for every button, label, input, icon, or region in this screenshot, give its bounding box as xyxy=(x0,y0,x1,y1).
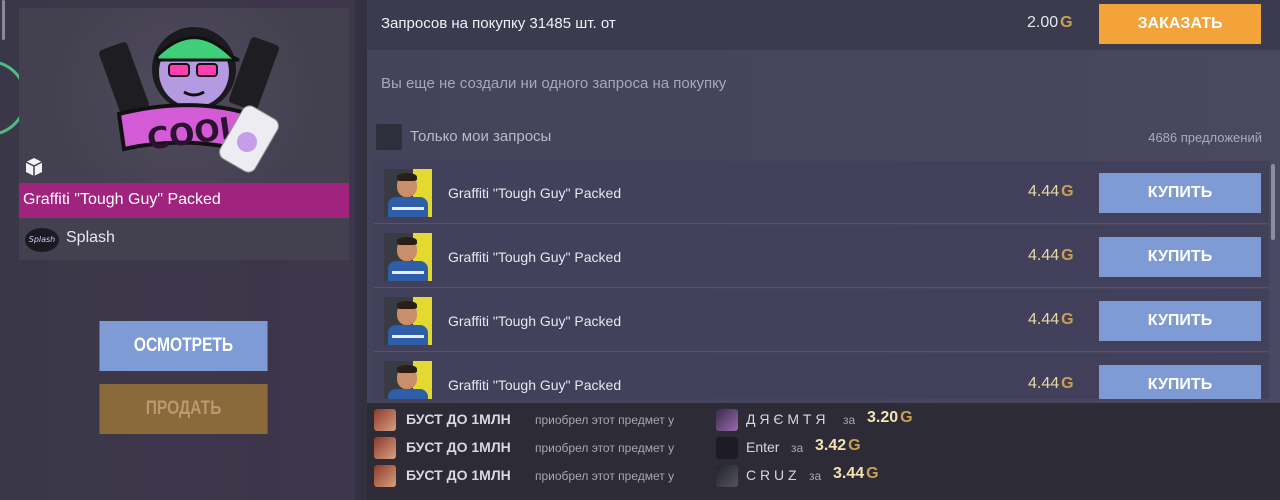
history-price: 3.42 G xyxy=(815,437,861,454)
seller-avatar xyxy=(716,409,738,431)
listing-row: Graffiti "Tough Guy" Packed 4.44 G КУПИТЬ xyxy=(374,225,1269,288)
listings-scrollbar[interactable] xyxy=(1271,164,1275,240)
buy-order-text: Запросов на покупку 31485 шт. от xyxy=(381,15,616,32)
listing-name: Graffiti "Tough Guy" Packed xyxy=(448,249,622,265)
buyer-name: БУСТ ДО 1МЛН xyxy=(406,439,511,455)
collection-logo-icon: Splash xyxy=(25,228,59,252)
panel-divider xyxy=(355,0,367,500)
inspect-button[interactable]: ОСМОТРЕТЬ xyxy=(99,321,268,371)
gold-coin-icon: G xyxy=(1061,375,1074,392)
gold-coin-icon: G xyxy=(866,465,879,482)
seller-avatar xyxy=(384,361,432,399)
graffiti-art-icon: COOL xyxy=(99,27,279,173)
left-edge-indicator xyxy=(2,0,5,40)
listing-row: Graffiti "Tough Guy" Packed 4.44 G КУПИТЬ xyxy=(374,289,1269,352)
buy-button[interactable]: КУПИТЬ xyxy=(1099,237,1261,277)
gold-coin-icon: G xyxy=(1061,311,1074,328)
market-panel: Запросов на покупку 31485 шт. от 2.00 G З… xyxy=(367,0,1280,500)
buyer-name: БУСТ ДО 1МЛН xyxy=(406,467,511,483)
seller-name: Д Я Є М Т Я xyxy=(746,411,826,427)
gold-coin-icon: G xyxy=(1061,183,1074,200)
item-name-bar: Graffiti "Tough Guy" Packed xyxy=(19,183,349,218)
buy-button[interactable]: КУПИТЬ xyxy=(1099,301,1261,341)
collection-name: Splash xyxy=(66,229,115,246)
listing-price: 4.44 G xyxy=(1028,311,1074,328)
buy-order-price: 2.00 G xyxy=(1027,14,1073,31)
buyer-name: БУСТ ДО 1МЛН xyxy=(406,411,511,427)
my-orders-label[interactable]: Только мои запросы xyxy=(410,128,551,145)
history-for: за xyxy=(809,469,822,483)
my-orders-checkbox[interactable] xyxy=(376,124,402,150)
listing-price: 4.44 G xyxy=(1028,183,1074,200)
seller-name: Enter xyxy=(746,439,780,455)
offers-count: 4686 предложений xyxy=(1148,130,1262,145)
place-order-button[interactable]: ЗАКАЗАТЬ xyxy=(1099,4,1261,44)
buyer-avatar xyxy=(374,409,396,431)
history-for: за xyxy=(791,441,804,455)
package-icon xyxy=(25,158,43,176)
buyer-avatar xyxy=(374,437,396,459)
buyer-avatar xyxy=(374,465,396,487)
history-for: за xyxy=(843,413,856,427)
history-price: 3.20 G xyxy=(867,409,913,426)
history-price: 3.44 G xyxy=(833,465,879,482)
listing-price: 4.44 G xyxy=(1028,375,1074,392)
history-action: приобрел этот предмет у xyxy=(535,413,675,427)
seller-avatar xyxy=(384,233,432,281)
seller-avatar xyxy=(384,297,432,345)
history-action: приобрел этот предмет у xyxy=(535,441,675,455)
listing-row: Graffiti "Tough Guy" Packed 4.44 G КУПИТЬ xyxy=(374,353,1269,399)
gold-coin-icon: G xyxy=(848,437,861,454)
item-card: COOL Graffiti "Tough Guy" Packed Splash … xyxy=(19,8,349,260)
listings-list: Graffiti "Tough Guy" Packed 4.44 G КУПИТЬ… xyxy=(374,161,1269,399)
listing-name: Graffiti "Tough Guy" Packed xyxy=(448,313,622,329)
purchase-history: БУСТ ДО 1МЛН приобрел этот предмет у Д Я… xyxy=(367,403,1280,500)
buy-button[interactable]: КУПИТЬ xyxy=(1099,365,1261,399)
seller-avatar xyxy=(716,437,738,459)
listing-price: 4.44 G xyxy=(1028,247,1074,264)
gold-coin-icon: G xyxy=(900,409,913,426)
buy-order-row: Запросов на покупку 31485 шт. от 2.00 G З… xyxy=(367,0,1280,50)
sell-button[interactable]: ПРОДАТЬ xyxy=(99,384,268,434)
seller-avatar xyxy=(716,465,738,487)
seller-name: C R U Z xyxy=(746,467,797,483)
item-name: Graffiti "Tough Guy" Packed xyxy=(23,191,221,208)
buy-button[interactable]: КУПИТЬ xyxy=(1099,173,1261,213)
gold-coin-icon: G xyxy=(1060,14,1073,31)
listing-name: Graffiti "Tough Guy" Packed xyxy=(448,185,622,201)
gold-coin-icon: G xyxy=(1061,247,1074,264)
seller-avatar xyxy=(384,169,432,217)
history-action: приобрел этот предмет у xyxy=(535,469,675,483)
empty-orders-message: Вы еще не создали ни одного запроса на п… xyxy=(381,75,727,92)
item-image: COOL xyxy=(19,8,349,183)
listing-row: Graffiti "Tough Guy" Packed 4.44 G КУПИТЬ xyxy=(374,161,1269,224)
listing-name: Graffiti "Tough Guy" Packed xyxy=(448,377,622,393)
